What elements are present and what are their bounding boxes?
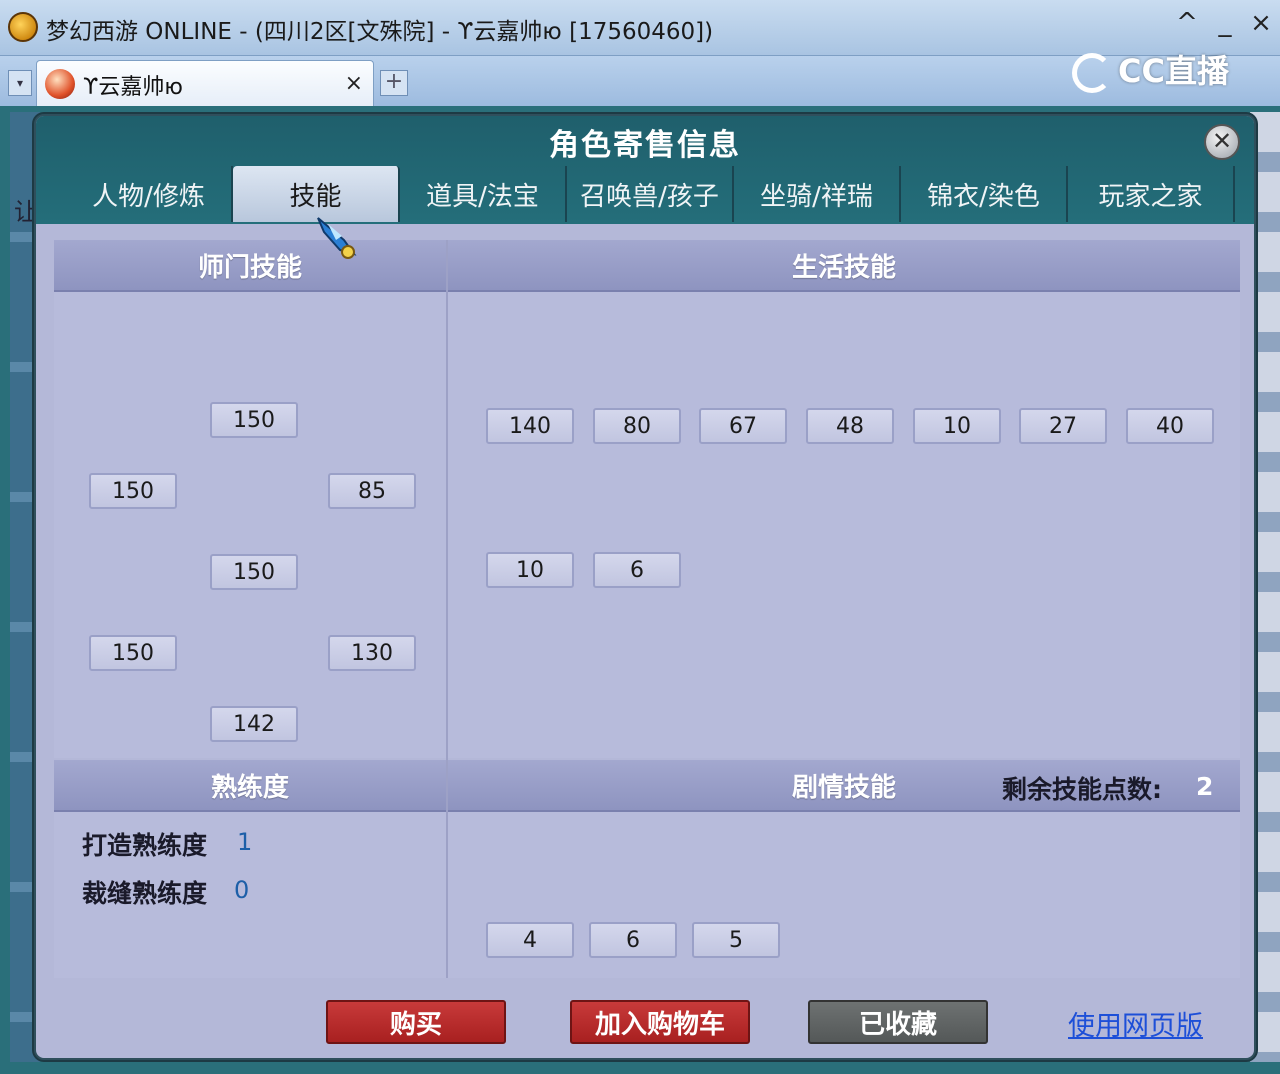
web-version-link[interactable]: 使用网页版 [1068, 1004, 1203, 1043]
life-skill-value: 27 [1019, 408, 1107, 444]
life-skill-value: 10 [913, 408, 1001, 444]
tailoring-proficiency-label: 裁缝熟练度 [82, 879, 208, 908]
close-window-button[interactable]: × [1246, 8, 1276, 38]
browser-tab[interactable]: ϒ云嘉帅ю × [36, 60, 374, 106]
restore-button[interactable]: ^ [1172, 8, 1202, 38]
tailoring-proficiency-value: 0 [234, 876, 250, 904]
life-skill-value: 40 [1126, 408, 1214, 444]
cc-watermark: CC直播 [1072, 46, 1229, 93]
cc-watermark-text: CC直播 [1118, 52, 1229, 90]
remaining-points-label: 剩余技能点数: [1002, 775, 1162, 804]
panel-title: 角色寄售信息 [549, 128, 741, 163]
tab-mounts[interactable]: 坐骑/祥瑞 [734, 166, 901, 222]
panel-header: 角色寄售信息 ✕ 人物/修炼 技能 道具/法宝 召唤兽/孩子 坐骑/祥瑞 锦衣/… [36, 116, 1254, 224]
story-skills-title: 剧情技能 [791, 772, 896, 803]
game-cursor-icon [317, 217, 357, 259]
proficiency-body: 打造熟练度 1 裁缝熟练度 0 [54, 812, 446, 978]
life-skill-value: 10 [486, 552, 574, 588]
life-skill-value: 67 [699, 408, 787, 444]
window-title: 梦幻西游 ONLINE - (四川2区[文殊院] - ϒ云嘉帅ю [175604… [46, 19, 714, 45]
story-skills-body: 4 6 5 [448, 812, 1240, 978]
life-skills-body: 140 80 67 48 10 27 40 10 6 [448, 292, 1240, 758]
school-skill-value: 130 [328, 635, 416, 671]
tab-pets-children[interactable]: 召唤兽/孩子 [567, 166, 734, 222]
school-skill-value: 150 [89, 635, 177, 671]
buy-button[interactable]: 购买 [326, 1000, 506, 1044]
remaining-points-value: 2 [1196, 772, 1214, 801]
story-skill-value: 6 [589, 922, 677, 958]
minimize-button[interactable]: _ [1210, 8, 1240, 38]
proficiency-header: 熟练度 [54, 760, 446, 812]
school-skills-body: 150 150 85 150 150 130 142 [54, 292, 446, 758]
life-skill-value: 6 [593, 552, 681, 588]
tab-items-treasures[interactable]: 道具/法宝 [400, 166, 567, 222]
tab-close-icon[interactable]: × [345, 71, 363, 96]
tab-player-home[interactable]: 玩家之家 [1068, 166, 1235, 222]
life-skill-value: 140 [486, 408, 574, 444]
life-skills-header: 生活技能 [448, 240, 1240, 292]
forging-proficiency-label: 打造熟练度 [82, 831, 208, 860]
add-to-cart-button[interactable]: 加入购物车 [570, 1000, 750, 1044]
life-skill-value: 80 [593, 408, 681, 444]
app-icon [8, 12, 38, 42]
school-skills-header: 师门技能 [54, 240, 446, 292]
life-skill-value: 48 [806, 408, 894, 444]
story-skill-value: 4 [486, 922, 574, 958]
cc-logo-icon [1072, 53, 1112, 93]
forging-proficiency-value: 1 [237, 828, 253, 856]
panel-tabs: 人物/修炼 技能 道具/法宝 召唤兽/孩子 坐骑/祥瑞 锦衣/染色 玩家之家 [66, 166, 1236, 222]
tab-dropdown-icon[interactable]: ▾ [8, 70, 32, 96]
browser-tab-label: ϒ云嘉帅ю [83, 75, 183, 100]
school-skill-value: 150 [210, 554, 298, 590]
add-tab-button[interactable]: + [380, 70, 408, 96]
school-skill-value: 150 [89, 473, 177, 509]
school-skill-value: 85 [328, 473, 416, 509]
tab-outfits-dyes[interactable]: 锦衣/染色 [901, 166, 1068, 222]
school-skill-value: 142 [210, 706, 298, 742]
story-skill-value: 5 [692, 922, 780, 958]
character-avatar-icon [45, 69, 75, 99]
favorited-button[interactable]: 已收藏 [808, 1000, 988, 1044]
tab-character-cultivation[interactable]: 人物/修炼 [66, 166, 233, 222]
panel-close-icon[interactable]: ✕ [1204, 124, 1240, 160]
consignment-panel: 角色寄售信息 ✕ 人物/修炼 技能 道具/法宝 召唤兽/孩子 坐骑/祥瑞 锦衣/… [34, 114, 1256, 1060]
school-skill-value: 150 [210, 402, 298, 438]
